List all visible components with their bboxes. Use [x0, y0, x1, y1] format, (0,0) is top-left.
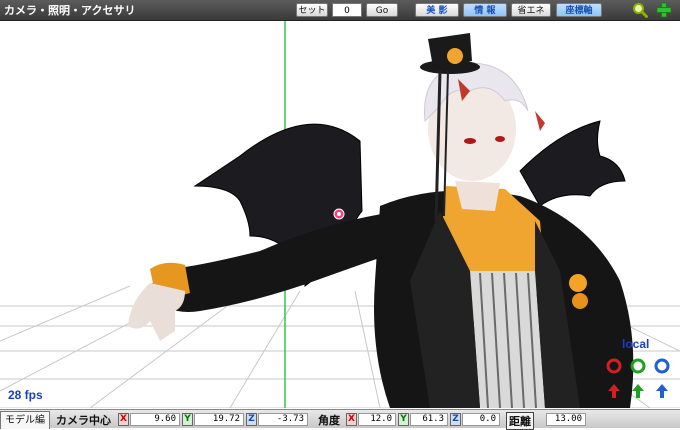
rotate-x-icon[interactable] [606, 358, 622, 374]
camera-status-bar: モデル編 カメラ中心 X 9.60 Y 19.72 Z -3.73 角度 X 1… [0, 409, 680, 430]
angle-label: 角度 [318, 414, 340, 427]
green-plus-icon[interactable] [656, 2, 672, 18]
fps-readout: 28 fps [8, 388, 43, 402]
angle-y-input[interactable]: 61.3 [410, 413, 448, 426]
frame-input[interactable]: 0 [332, 3, 362, 17]
rotate-y-icon[interactable] [630, 358, 646, 374]
angle-y-axis: Y [398, 413, 409, 426]
beauty-shadow-button[interactable]: 美 影 [415, 3, 459, 17]
panel-title: カメラ・照明・アクセサリ [4, 4, 136, 17]
center-z-axis: Z [246, 413, 257, 426]
bone-marker [333, 208, 345, 220]
angle-x-axis: X [346, 413, 357, 426]
distance-label: 距離 [506, 412, 534, 430]
distance-input[interactable]: 13.00 [546, 413, 586, 426]
magnifier-icon[interactable] [632, 2, 648, 18]
move-y-icon[interactable] [630, 383, 646, 399]
center-y-axis: Y [182, 413, 193, 426]
3d-viewport[interactable]: 28 fps local [0, 21, 680, 408]
center-y-input[interactable]: 19.72 [194, 413, 244, 426]
center-x-axis: X [118, 413, 129, 426]
angle-z-axis: Z [450, 413, 461, 426]
camera-toolbar: カメラ・照明・アクセサリ セット 0 Go 美 影 情 報 省エネ 座標軸 [0, 0, 680, 21]
move-z-icon[interactable] [654, 383, 670, 399]
angle-z-input[interactable]: 0.0 [462, 413, 500, 426]
center-z-input[interactable]: -3.73 [258, 413, 308, 426]
character-model [128, 33, 634, 408]
rotate-z-icon[interactable] [654, 358, 670, 374]
power-save-button[interactable]: 省エネ [511, 3, 551, 17]
info-button[interactable]: 情 報 [463, 3, 507, 17]
set-button[interactable]: セット [296, 3, 328, 17]
center-x-input[interactable]: 9.60 [130, 413, 180, 426]
scene-canvas [0, 21, 680, 408]
angle-x-input[interactable]: 12.0 [358, 413, 396, 426]
camera-center-label: カメラ中心 [56, 414, 111, 427]
go-button[interactable]: Go [366, 3, 398, 17]
move-x-icon[interactable] [606, 383, 622, 399]
axis-button[interactable]: 座標軸 [556, 3, 602, 17]
local-toggle[interactable]: local [622, 337, 649, 351]
tab-model-edit[interactable]: モデル編 [0, 411, 50, 429]
